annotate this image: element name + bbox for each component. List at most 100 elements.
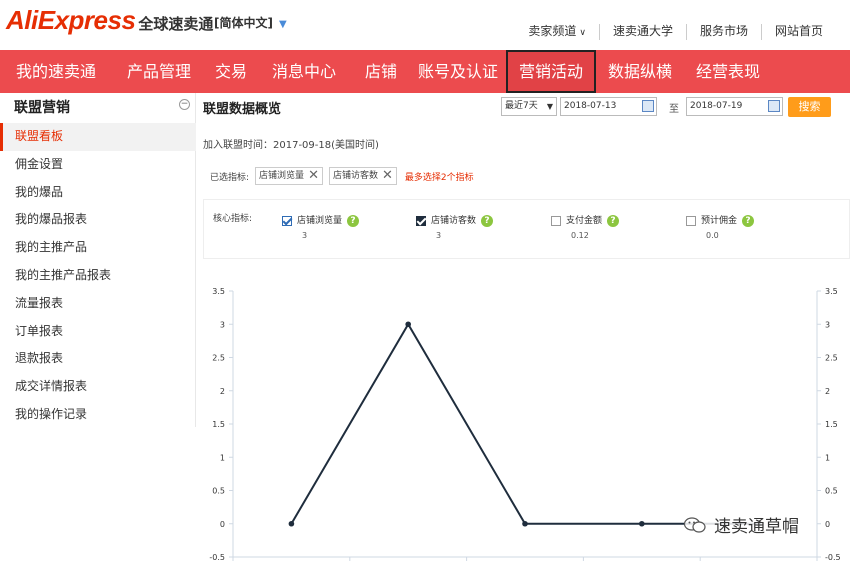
y-tick-label-left: 0 <box>220 520 225 529</box>
app-root: AliExpress 全球速卖通 [简体中文] ▼ 卖家频道 ∨ 速卖通大学 服务市… <box>0 0 850 565</box>
sidebar-item-featured-report[interactable]: 我的主推产品报表 <box>0 262 196 290</box>
language-label: [简体中文] <box>214 16 273 30</box>
sidebar-item-commission[interactable]: 佣金设置 <box>0 151 196 179</box>
sidebar-item-hot-products[interactable]: 我的爆品 <box>0 179 196 207</box>
data-point <box>405 321 411 328</box>
metric-commission: 预计佣金? 0.0 <box>686 213 796 240</box>
data-point <box>288 520 295 527</box>
collapse-icon[interactable]: − <box>179 99 190 110</box>
chevron-down-icon: ∨ <box>579 28 586 38</box>
sidebar: 联盟营销 − 联盟看板 佣金设置 我的爆品 我的爆品报表 我的主推产品 我的主推… <box>0 93 196 427</box>
page-title: 联盟数据概览 <box>203 102 282 117</box>
metric-page-views: 店铺浏览量? 3 <box>282 213 392 240</box>
selected-metrics-row: 已选指标: 店铺浏览量 ✕ 店铺访客数 ✕ 最多选择2个指标 <box>210 167 474 185</box>
help-icon[interactable]: ? <box>742 214 755 227</box>
watermark-text: 速卖通草帽 <box>714 517 799 537</box>
core-metrics-label: 核心指标: <box>213 214 253 224</box>
logo-cn-text: 全球速卖通 <box>138 15 214 33</box>
chip-label: 店铺访客数 <box>332 171 378 181</box>
metric-checkbox[interactable] <box>416 215 426 226</box>
date-to-input[interactable]: 2018-07-19 <box>686 97 783 116</box>
y-tick-label-left: 3.5 <box>212 287 225 296</box>
y-tick-label-left: -0.5 <box>209 553 225 562</box>
chip-label: 店铺浏览量 <box>259 171 305 181</box>
y-tick-label-right: 1.5 <box>825 420 838 429</box>
nav-my-aliexpress[interactable]: 我的速卖通 <box>0 50 112 93</box>
aliexpress-logo[interactable]: AliExpress 全球速卖通 <box>6 5 213 35</box>
sidebar-item-hot-report[interactable]: 我的爆品报表 <box>0 206 196 234</box>
help-icon[interactable]: ? <box>347 214 360 227</box>
sidebar-item-dashboard[interactable]: 联盟看板 <box>0 123 196 151</box>
wechat-icon <box>684 516 706 533</box>
sidebar-item-refund-report[interactable]: 退款报表 <box>0 345 196 373</box>
seller-channel-link[interactable]: 卖家频道 ∨ <box>515 24 599 40</box>
sidebar-item-operation-log[interactable]: 我的操作记录 <box>0 401 196 429</box>
range-value: 最近7天 <box>505 101 538 111</box>
metric-chip: 店铺浏览量 ✕ <box>255 167 323 185</box>
nav-trade[interactable]: 交易 <box>206 50 256 93</box>
metric-value: 3 <box>302 230 308 240</box>
service-market-link[interactable]: 服务市场 <box>685 24 761 40</box>
metric-chip: 店铺访客数 ✕ <box>328 167 397 185</box>
join-time-text: 加入联盟时间：2017-09-18(美国时间) <box>203 140 379 151</box>
top-links: 卖家频道 ∨ 速卖通大学 服务市场 网站首页 <box>515 24 836 40</box>
y-tick-label-right: 3 <box>825 320 830 329</box>
seller-channel-label: 卖家频道 <box>528 24 577 38</box>
nav-account[interactable]: 账号及认证 <box>410 50 506 93</box>
metric-name: 预计佣金 <box>701 216 738 226</box>
metric-name: 店铺访客数 <box>431 216 477 226</box>
sidebar-item-order-report[interactable]: 订单报表 <box>0 318 196 346</box>
nav-messages[interactable]: 消息中心 <box>256 50 352 93</box>
max-selection-note: 最多选择2个指标 <box>404 172 474 183</box>
caret-down-icon: ▼ <box>278 19 287 30</box>
data-point <box>639 520 645 527</box>
sidebar-item-featured[interactable]: 我的主推产品 <box>0 234 196 262</box>
nav-performance[interactable]: 经营表现 <box>684 50 772 93</box>
metric-checkbox[interactable] <box>686 215 696 226</box>
nav-store[interactable]: 店铺 <box>352 50 410 93</box>
y-tick-label-left: 3 <box>220 320 225 329</box>
to-label: 至 <box>669 104 679 115</box>
metric-name: 支付金额 <box>566 216 603 226</box>
sidebar-item-deal-report[interactable]: 成交详情报表 <box>0 373 196 401</box>
metric-value: 0.12 <box>571 230 589 240</box>
help-icon[interactable]: ? <box>607 214 620 227</box>
metric-checkbox[interactable] <box>282 215 292 226</box>
calendar-icon[interactable] <box>642 100 654 112</box>
nav-data[interactable]: 数据纵横 <box>596 50 684 93</box>
y-tick-label-right: 2 <box>825 387 830 396</box>
y-tick-label-left: 2.5 <box>212 354 225 363</box>
close-icon[interactable]: ✕ <box>308 168 319 184</box>
nav-products[interactable]: 产品管理 <box>112 50 206 93</box>
selected-label: 已选指标: <box>210 172 250 183</box>
university-label: 速卖通大学 <box>612 24 673 38</box>
core-metrics-panel: 核心指标: 店铺浏览量? 3 店铺访客数? 3 支付金额? 0.12 预计佣金?… <box>203 199 850 259</box>
home-link[interactable]: 网站首页 <box>760 24 836 40</box>
service-market-label: 服务市场 <box>699 24 748 38</box>
top-header: AliExpress 全球速卖通 [简体中文] ▼ 卖家频道 ∨ 速卖通大学 服务市… <box>0 0 850 50</box>
data-point <box>522 520 528 527</box>
sidebar-list: 联盟看板 佣金设置 我的爆品 我的爆品报表 我的主推产品 我的主推产品报表 流量… <box>0 123 196 429</box>
metric-checkbox[interactable] <box>551 215 561 226</box>
metric-payment: 支付金额? 0.12 <box>551 213 661 240</box>
y-tick-label-left: 0.5 <box>212 487 225 496</box>
help-icon[interactable]: ? <box>481 214 494 227</box>
language-selector[interactable]: [简体中文] ▼ <box>214 14 287 31</box>
y-tick-label-right: 2.5 <box>825 354 838 363</box>
y-tick-label-right: 0.5 <box>825 487 838 496</box>
search-button[interactable]: 搜索 <box>788 97 831 117</box>
sidebar-item-traffic-report[interactable]: 流量报表 <box>0 290 196 318</box>
university-link[interactable]: 速卖通大学 <box>598 24 686 40</box>
close-icon[interactable]: ✕ <box>382 168 393 184</box>
date-from-input[interactable]: 2018-07-13 <box>560 97 657 116</box>
nav-marketing[interactable]: 营销活动 <box>506 50 596 93</box>
y-tick-label-right: -0.5 <box>825 553 841 562</box>
calendar-icon[interactable] <box>768 100 780 112</box>
main-nav: 我的速卖通 产品管理 交易 消息中心 店铺 账号及认证 营销活动 数据纵横 经营… <box>0 50 850 93</box>
y-tick-label-right: 1 <box>825 453 830 462</box>
metric-name: 店铺浏览量 <box>297 216 343 226</box>
caret-down-icon: ▼ <box>546 102 553 111</box>
sidebar-title: 联盟营销 <box>14 100 70 116</box>
range-select[interactable]: 最近7天 ▼ <box>501 97 557 116</box>
logo-text: AliExpress <box>6 5 136 35</box>
